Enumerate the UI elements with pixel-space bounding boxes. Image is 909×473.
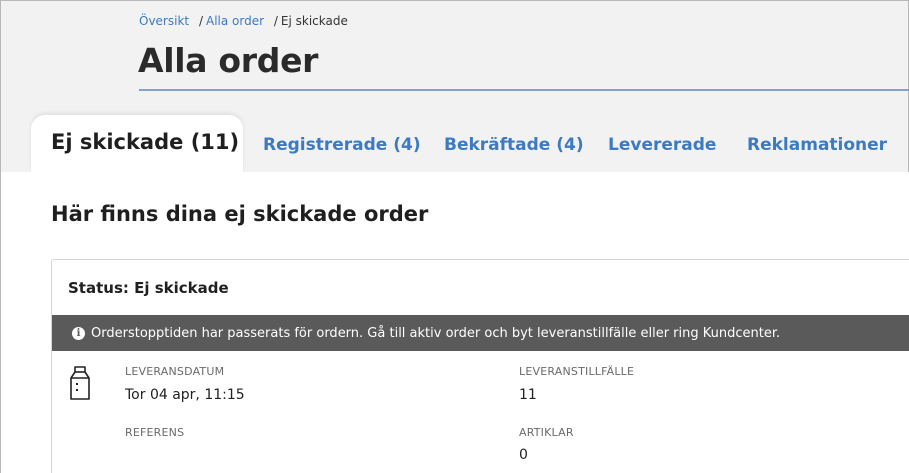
page-title: Alla order <box>138 41 319 80</box>
tab-ej-skickade[interactable]: Ej skickade (11) <box>31 115 243 172</box>
order-status: Status: Ej skickade <box>68 279 229 297</box>
breadcrumb-separator: / <box>273 14 278 28</box>
breadcrumb-link-oversikt[interactable]: Översikt <box>139 14 189 28</box>
artiklar-value: 0 <box>519 447 528 463</box>
order-tabs: Ej skickade (11) Registrerade (4) Bekräf… <box>1 115 909 172</box>
artiklar-label: ARTIKLAR <box>519 426 574 439</box>
section-heading: Här finns dina ej skickade order <box>51 202 429 226</box>
breadcrumb-separator: / <box>198 14 203 28</box>
tab-reklamationer[interactable]: Reklamationer <box>747 135 887 155</box>
tab-content: Här finns dina ej skickade order Status:… <box>1 172 909 473</box>
warning-banner: i Orderstopptiden har passerats för orde… <box>52 315 909 351</box>
page-header: Översikt / Alla order / Ej skickade Alla o… <box>1 1 909 119</box>
leveranstillfalle-value: 11 <box>519 387 537 403</box>
leveransdatum-label: LEVERANSDATUM <box>125 365 225 378</box>
order-card[interactable]: Status: Ej skickade i Orderstopptiden ha… <box>51 259 909 473</box>
referens-label: REFERENS <box>125 426 185 439</box>
leveranstillfalle-label: LEVERANSTILLFÄLLE <box>519 365 635 378</box>
milk-carton-icon <box>70 366 90 400</box>
breadcrumb-current: Ej skickade <box>280 14 348 28</box>
warning-text: Orderstopptiden har passerats för ordern… <box>91 325 781 341</box>
tab-registrerade[interactable]: Registrerade (4) <box>263 135 421 155</box>
breadcrumb-link-alla-order[interactable]: Alla order <box>206 14 264 28</box>
tab-levererade[interactable]: Levererade <box>608 135 716 155</box>
breadcrumb: Översikt / Alla order / Ej skickade <box>139 14 348 28</box>
leveransdatum-value: Tor 04 apr, 11:15 <box>125 387 245 403</box>
tab-bekraftade[interactable]: Bekräftade (4) <box>444 135 584 155</box>
info-icon: i <box>72 326 85 340</box>
title-divider <box>139 89 909 91</box>
